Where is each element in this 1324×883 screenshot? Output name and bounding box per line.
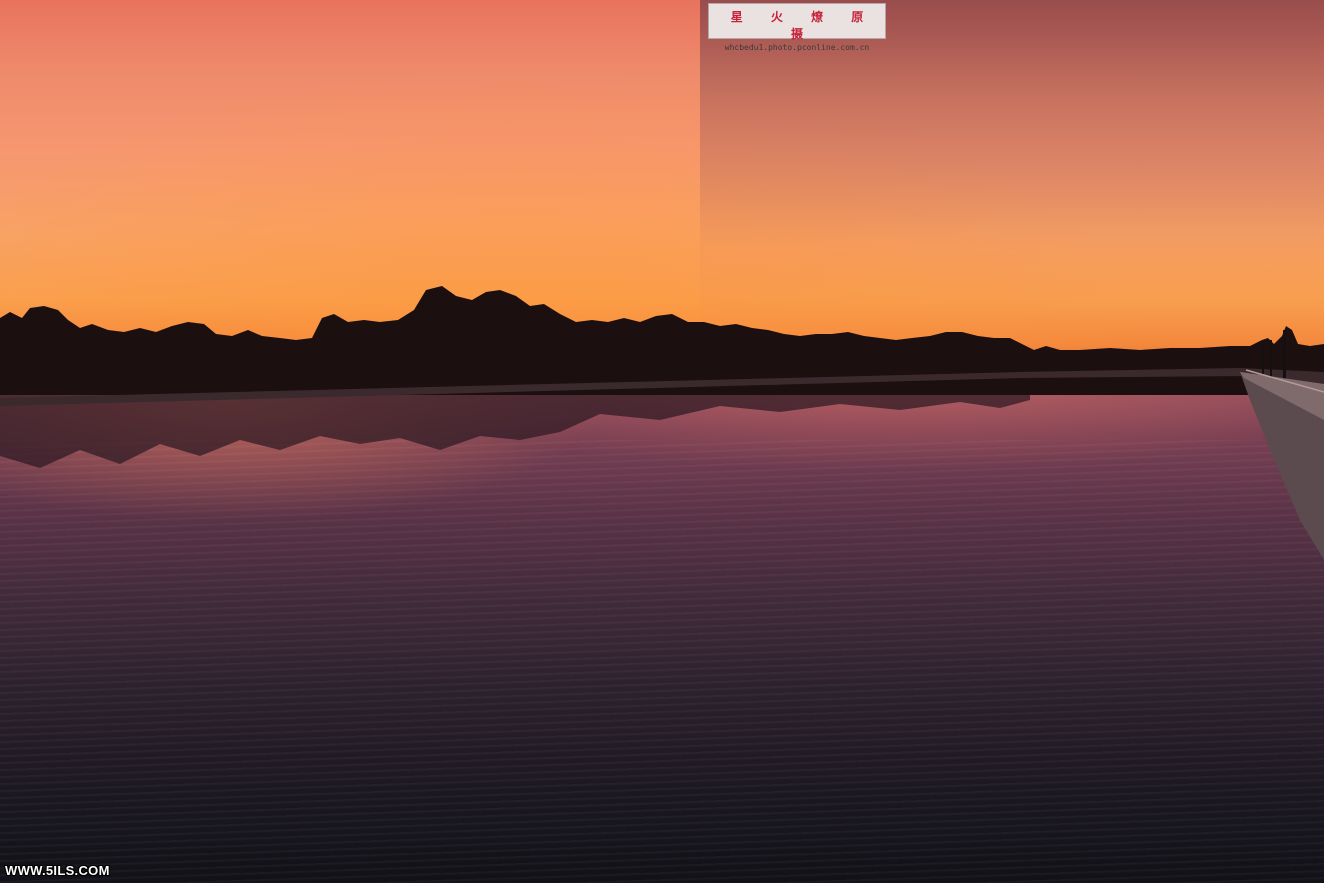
- watermark-title: 星 火 燎 原 摄: [730, 10, 876, 41]
- photographer-watermark: 星 火 燎 原 摄 whcbedu1.photo.pconline.com.cn: [708, 3, 886, 52]
- right-embankment: [1240, 369, 1324, 560]
- photo-scene: [0, 0, 1324, 883]
- site-watermark: WWW.5ILS.COM: [5, 863, 110, 878]
- watermark-url: whcbedu1.photo.pconline.com.cn: [724, 43, 870, 52]
